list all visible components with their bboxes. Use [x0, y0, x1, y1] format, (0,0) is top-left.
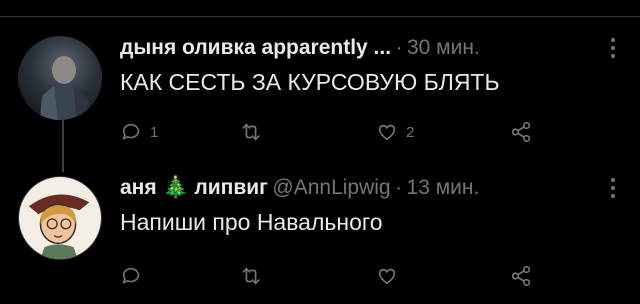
- user-handle[interactable]: @AnnLipwig: [272, 176, 390, 199]
- reply-button[interactable]: 1: [120, 120, 158, 144]
- reply-button[interactable]: [120, 264, 150, 288]
- tweet-text: КАК СЕСТЬ ЗА КУРСОВУЮ БЛЯТЬ: [120, 69, 500, 95]
- share-icon: [511, 122, 531, 142]
- timestamp[interactable]: 30 мин.: [407, 36, 480, 59]
- reply-count: 1: [150, 123, 159, 141]
- more-icon[interactable]: [610, 178, 616, 200]
- separator-dot: ·: [395, 176, 403, 199]
- share-button[interactable]: [510, 120, 532, 144]
- like-icon: [378, 124, 396, 141]
- like-button[interactable]: 2: [376, 120, 414, 144]
- share-button[interactable]: [510, 264, 532, 288]
- avatar[interactable]: [18, 176, 102, 260]
- like-button[interactable]: [376, 264, 406, 288]
- more-icon[interactable]: [610, 38, 616, 60]
- retweet-button[interactable]: [240, 120, 270, 144]
- separator-dot: ·: [395, 36, 403, 59]
- retweet-icon: [242, 123, 260, 141]
- display-name[interactable]: дыня оливка apparently ...: [120, 36, 391, 59]
- display-name[interactable]: аня 🎄 липвиг: [120, 176, 268, 199]
- reply-icon: [122, 267, 140, 284]
- like-count: 2: [406, 123, 415, 141]
- avatar-image: [28, 194, 90, 259]
- retweet-icon: [242, 267, 260, 285]
- tweet-text: Напиши про Навального: [120, 209, 383, 235]
- tweet-actions: 1 2: [120, 120, 640, 144]
- avatar-image: [40, 56, 90, 120]
- avatar[interactable]: [18, 36, 102, 120]
- top-divider: [0, 16, 640, 17]
- tweet-actions: [120, 264, 640, 288]
- share-icon: [511, 266, 531, 286]
- retweet-button[interactable]: [240, 264, 270, 288]
- reply-icon: [122, 123, 140, 140]
- timestamp[interactable]: 13 мин.: [407, 176, 480, 199]
- like-icon: [378, 268, 396, 285]
